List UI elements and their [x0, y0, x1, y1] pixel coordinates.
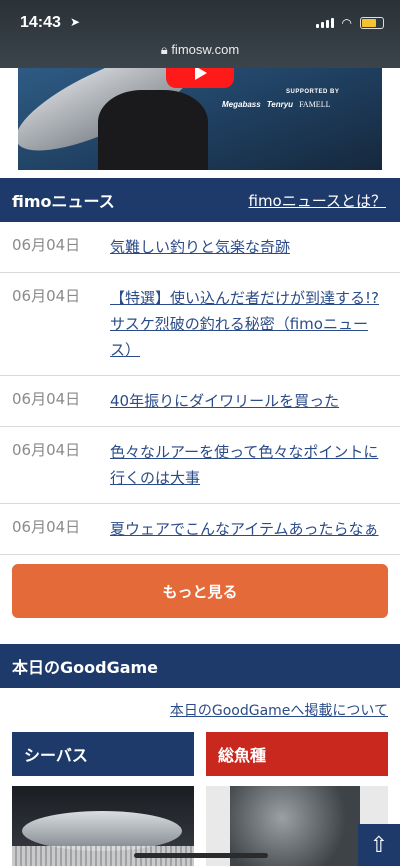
home-indicator[interactable]: [134, 853, 268, 858]
more-button[interactable]: もっと見る: [12, 564, 388, 618]
sponsor-logo: Tenryu: [266, 100, 294, 109]
list-item: 06月04日 色々なルアーを使って色々なポイントに行くのは大事: [0, 427, 400, 504]
news-date: 06月04日: [12, 390, 81, 408]
news-date: 06月04日: [12, 518, 81, 536]
news-list: 06月04日 気難しい釣りと気楽な奇跡 06月04日 【特選】使い込んだ者だけが…: [0, 222, 400, 555]
list-item: 06月04日 気難しい釣りと気楽な奇跡: [0, 222, 400, 273]
status-icons: ◠: [315, 16, 384, 30]
list-item: 06月04日 40年振りにダイワリールを買った: [0, 376, 400, 427]
sponsor-logo: FAMELL: [299, 100, 331, 109]
lock-icon: 🔒︎: [160, 42, 172, 57]
goodgame-section-header: 本日のGoodGame: [0, 644, 400, 688]
battery-icon: [360, 17, 384, 29]
status-time: 14:43: [20, 14, 61, 31]
category-seabass[interactable]: シーバス: [12, 732, 194, 776]
address-bar[interactable]: 🔒︎ fimosw.com: [0, 42, 400, 58]
news-section-header: fimoニュース fimoニュースとは？: [0, 178, 400, 222]
news-date: 06月04日: [12, 441, 81, 459]
wifi-icon: ◠: [341, 16, 352, 30]
category-all-species[interactable]: 総魚種: [206, 732, 388, 776]
hero-video-banner[interactable]: SUPPORTED BY Megabass Tenryu FAMELL: [18, 60, 382, 170]
news-link[interactable]: 色々なルアーを使って色々なポイントに行くのは大事: [110, 439, 388, 491]
url-text: fimosw.com: [171, 42, 240, 57]
location-arrow-icon: ➤: [70, 15, 81, 29]
fish-image: [22, 811, 182, 851]
news-about-link[interactable]: fimoニュースとは？: [249, 190, 387, 211]
list-item: 06月04日 【特選】使い込んだ者だけが到達する!?サスケ烈破の釣れる秘密（fi…: [0, 273, 400, 376]
goodgame-about-link[interactable]: 本日のGoodGameへ掲載について: [170, 700, 388, 720]
sponsor-label: SUPPORTED BY: [286, 89, 340, 95]
news-title: fimoニュース: [12, 192, 115, 211]
news-link[interactable]: 【特選】使い込んだ者だけが到達する!?サスケ烈破の釣れる秘密（fimoニュース）: [110, 285, 388, 363]
news-date: 06月04日: [12, 287, 81, 305]
news-link[interactable]: 40年振りにダイワリールを買った: [110, 388, 339, 414]
signal-icon: [315, 18, 334, 28]
angler-image: [98, 90, 208, 170]
sponsor-logo: Megabass: [222, 100, 261, 109]
list-item: 06月04日 夏ウェアでこんなアイテムあったらなぁ: [0, 504, 400, 555]
news-link[interactable]: 気難しい釣りと気楽な奇跡: [110, 234, 290, 260]
news-date: 06月04日: [12, 236, 81, 254]
arrow-up-icon[interactable]: ⇧: [358, 824, 400, 866]
news-link[interactable]: 夏ウェアでこんなアイテムあったらなぁ: [110, 516, 379, 542]
browser-status-bar: 14:43 ➤ ◠ 🔒︎ fimosw.com: [0, 0, 400, 68]
sponsor-logos: Megabass Tenryu FAMELL: [222, 100, 330, 109]
